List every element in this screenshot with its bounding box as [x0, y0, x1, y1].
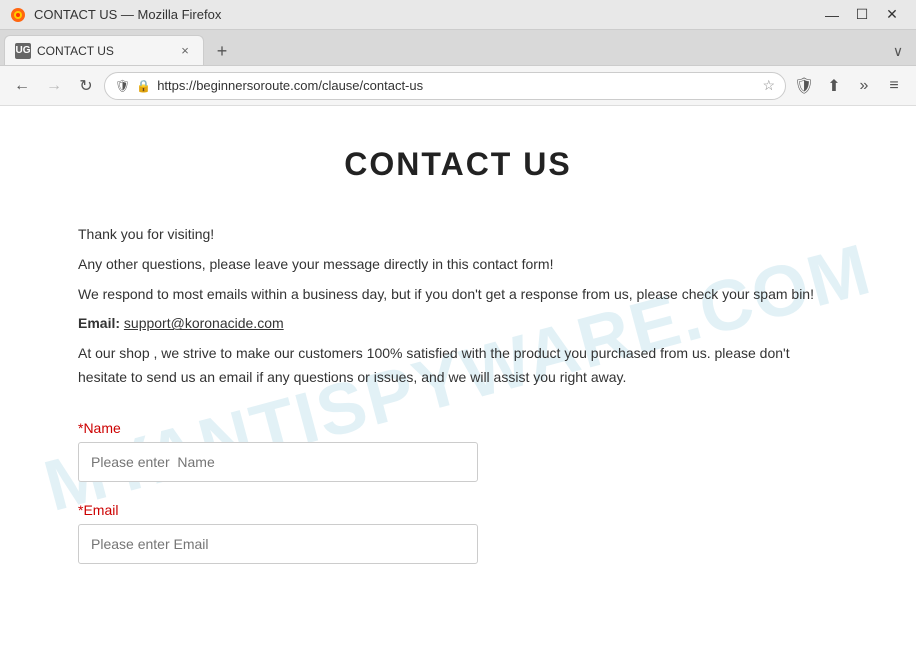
tab-bar: UG CONTACT US × + ∨: [0, 30, 916, 66]
title-bar-controls: — ☐ ✕: [818, 4, 906, 26]
email-label: *Email: [78, 502, 838, 518]
nav-bar: ← → ↻ 🛡 🔒 ☆ 🛡 ⬆ » ≡: [0, 66, 916, 106]
tab-bar-right: ∨: [884, 37, 912, 65]
tab-favicon: UG: [15, 43, 31, 59]
tab-title: CONTACT US: [37, 44, 171, 58]
email-input[interactable]: [78, 524, 478, 564]
firefox-logo-icon: [10, 7, 26, 23]
intro-text: Thank you for visiting! Any other questi…: [78, 223, 838, 390]
intro-line-3: We respond to most emails within a busin…: [78, 283, 838, 307]
minimize-button[interactable]: —: [818, 4, 846, 26]
close-button[interactable]: ✕: [878, 4, 906, 26]
name-input[interactable]: [78, 442, 478, 482]
active-tab[interactable]: UG CONTACT US ×: [4, 35, 204, 65]
lock-icon: 🔒: [136, 79, 151, 93]
share-button[interactable]: ⬆: [820, 72, 848, 100]
more-tools-button[interactable]: »: [850, 72, 878, 100]
intro-line-5: At our shop , we strive to make our cust…: [78, 342, 838, 390]
tab-list-button[interactable]: ∨: [884, 37, 912, 65]
new-tab-button[interactable]: +: [208, 37, 236, 65]
email-label-text: Email:: [78, 315, 120, 331]
maximize-button[interactable]: ☐: [848, 4, 876, 26]
reload-button[interactable]: ↻: [72, 72, 100, 100]
nav-right-buttons: 🛡 ⬆ » ≡: [790, 72, 908, 100]
tab-close-button[interactable]: ×: [177, 43, 193, 59]
name-label: *Name: [78, 420, 838, 436]
menu-button[interactable]: ≡: [880, 72, 908, 100]
intro-line-4: Email: support@koronacide.com: [78, 312, 838, 336]
security-shield-icon: 🛡: [115, 79, 130, 93]
contact-form: *Name *Email: [78, 420, 838, 564]
name-field-group: *Name: [78, 420, 838, 482]
forward-button[interactable]: →: [40, 72, 68, 100]
pocket-button[interactable]: 🛡: [790, 72, 818, 100]
back-button[interactable]: ←: [8, 72, 36, 100]
email-link[interactable]: support@koronacide.com: [124, 315, 284, 331]
bookmark-star-icon[interactable]: ☆: [762, 77, 775, 94]
intro-line-1: Thank you for visiting!: [78, 223, 838, 247]
url-input[interactable]: [157, 78, 756, 93]
window-title: CONTACT US — Mozilla Firefox: [34, 7, 221, 22]
address-bar[interactable]: 🛡 🔒 ☆: [104, 72, 786, 100]
title-bar-left: CONTACT US — Mozilla Firefox: [10, 7, 221, 23]
email-field-group: *Email: [78, 502, 838, 564]
title-bar: CONTACT US — Mozilla Firefox — ☐ ✕: [0, 0, 916, 30]
content-wrapper: CONTACT US Thank you for visiting! Any o…: [58, 106, 858, 624]
page-heading: CONTACT US: [78, 146, 838, 183]
intro-line-2: Any other questions, please leave your m…: [78, 253, 838, 277]
page-content: MYANTISPYWARE.COM CONTACT US Thank you f…: [0, 106, 916, 650]
